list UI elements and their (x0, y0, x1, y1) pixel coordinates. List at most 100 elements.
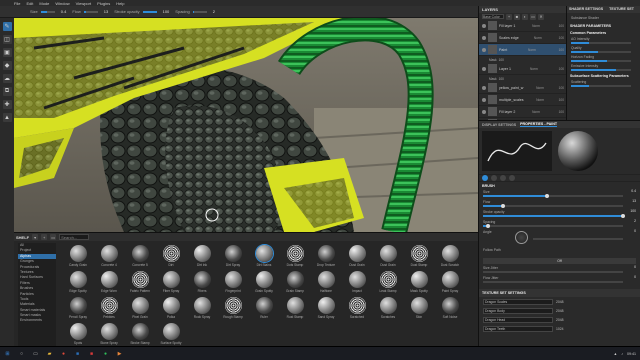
shelf-brush-item[interactable]: Candy Grain (64, 245, 92, 270)
projection-icon[interactable]: ▣ (2, 48, 12, 57)
eye-icon[interactable] (482, 109, 486, 114)
tab-properties-paint[interactable]: PROPERTIES - PAINT (520, 122, 558, 127)
tab-shader-settings[interactable]: SHADER SETTINGS (567, 6, 605, 13)
eye-icon[interactable] (482, 97, 486, 102)
shelf-brush-item[interactable]: Grain Stamp (281, 271, 309, 296)
filter-icon[interactable]: ▾ (32, 234, 39, 240)
spacing-slider[interactable] (192, 10, 207, 13)
polygon-fill-icon[interactable]: ▲ (2, 113, 12, 122)
task-view-icon[interactable]: ▭ (31, 349, 40, 358)
eye-icon[interactable] (482, 23, 486, 28)
network-icon[interactable]: ▲ (614, 352, 618, 356)
shader-section-title[interactable]: Common Parameters (567, 29, 640, 36)
shelf-brush-item[interactable]: Dirt Stains (250, 245, 278, 270)
shelf-brush-item[interactable]: Pencil Spray (64, 297, 92, 322)
menu-item-viewport[interactable]: Viewport (76, 1, 92, 6)
shelf-category-environments[interactable]: Environments (18, 318, 56, 323)
eye-icon[interactable] (482, 35, 486, 40)
layer-row[interactable]: Fill layer 2 Norm 100 (479, 106, 566, 118)
windows-start-icon[interactable]: ⊞ (3, 349, 12, 358)
layer-row[interactable]: Scales edge Norm 100 (479, 32, 566, 44)
texture-set-row[interactable]: Dragon Scales 2048 (479, 297, 640, 306)
slider-knob[interactable] (621, 214, 625, 218)
layer-opacity[interactable]: 100 (559, 98, 564, 102)
field-slider[interactable] (483, 215, 623, 217)
shelf-brush-item[interactable]: Edge Worn (95, 271, 123, 296)
shelf-brush-item[interactable]: Sand Spray (312, 297, 340, 322)
layer-row[interactable]: multiple_scales Norm 100 (479, 94, 566, 106)
layer-blend-mode[interactable]: Norm (532, 110, 540, 114)
shelf-brush-item[interactable]: Concrete 5 (126, 245, 154, 270)
field-value[interactable]: 13 (632, 199, 636, 203)
add-fill-icon[interactable]: ■ (514, 13, 520, 20)
volume-icon[interactable]: ♪ (621, 352, 623, 356)
add-icon[interactable]: + (41, 234, 48, 240)
shelf-brush-item[interactable]: Dust Scratch (436, 245, 464, 270)
slider-knob[interactable] (500, 204, 505, 208)
layer-blend-mode[interactable]: Norm (532, 24, 540, 28)
layer-blend-mode[interactable]: Norm (534, 36, 542, 40)
shader-param-slider[interactable] (571, 60, 631, 62)
texture-set-name[interactable]: Dragon Scales (483, 298, 553, 305)
layer-opacity[interactable]: 100 (559, 48, 564, 52)
tab-texture-set[interactable]: TEXTURE SET (607, 6, 636, 13)
size-jitter-value[interactable]: 0 (634, 265, 636, 269)
stroke-opacity-slider[interactable] (142, 10, 157, 13)
dragon-render[interactable] (14, 18, 478, 232)
eye-icon[interactable] (482, 47, 486, 52)
follow-path-toggle[interactable]: Off (483, 258, 636, 264)
layer-blend-mode[interactable]: Norm (528, 48, 536, 52)
flow-slider[interactable] (83, 10, 98, 13)
shelf-brush-item[interactable]: Pebbles (95, 297, 123, 322)
field-value[interactable]: 0.4 (631, 189, 636, 193)
substance-painter-icon[interactable]: ■ (87, 349, 96, 358)
shader-name[interactable]: Substance Shader (567, 13, 640, 22)
blend-channel-dropdown[interactable]: Base Color (482, 14, 504, 19)
size-value[interactable]: 0.4 (61, 9, 67, 14)
texture-set-row[interactable]: Dragon Teeth 1024 (479, 324, 640, 333)
shelf-brush-item[interactable]: Rock Spray (188, 297, 216, 322)
material-icon[interactable] (509, 175, 515, 181)
stroke-opacity-value[interactable]: 100 (163, 9, 170, 14)
shelf-brush-item[interactable]: Skin (405, 297, 433, 322)
tab-display-settings[interactable]: DISPLAY SETTINGS (482, 123, 516, 127)
shelf-brush-item[interactable]: Edge Spotty (64, 271, 92, 296)
layer-opacity[interactable]: 100 (559, 36, 564, 40)
shelf-brush-item[interactable]: Fibers (188, 271, 216, 296)
color-picker-icon[interactable]: ✚ (2, 100, 12, 109)
shelf-brush-item[interactable]: Concrete 4 (95, 245, 123, 270)
geometry-mask-icon[interactable]: ◆ (2, 61, 12, 70)
layer-opacity[interactable]: 100 (559, 86, 564, 90)
shelf-brush-item[interactable]: Dust Stamp (405, 245, 433, 270)
shelf-brush-item[interactable]: Drop Texture (312, 245, 340, 270)
texture-set-name[interactable]: Dragon Teeth (483, 325, 553, 332)
menu-item-plugins[interactable]: Plugins (97, 1, 110, 6)
shelf-brush-item[interactable]: Spots (64, 323, 92, 348)
shelf-brush-item[interactable]: Mask Spotty (405, 271, 433, 296)
mask-value[interactable]: 100 (499, 58, 504, 62)
layer-row[interactable]: yellow_paint_w Norm 100 (479, 82, 566, 94)
texture-set-resolution[interactable]: 2048 (556, 309, 564, 313)
layer-blend-mode[interactable]: Norm (536, 86, 544, 90)
field-value[interactable]: 100 (630, 209, 636, 213)
spotify-icon[interactable]: ● (101, 349, 110, 358)
eye-icon[interactable] (482, 66, 486, 71)
shader-section-title[interactable]: Subsurface Scattering Parameters (567, 72, 640, 79)
shader-param-slider[interactable] (571, 69, 631, 71)
shelf-brush-item[interactable]: Soft Noise (436, 297, 464, 322)
slider-knob[interactable] (545, 194, 550, 198)
add-mask-icon[interactable]: ◐ (522, 13, 528, 20)
shelf-brush-item[interactable]: Fabric Pattern (126, 271, 154, 296)
shader-param-slider[interactable] (571, 85, 631, 87)
flow-jitter-value[interactable]: 0 (634, 275, 636, 279)
angle-value[interactable]: 0 (634, 229, 636, 233)
shelf-brush-item[interactable]: Halftone (312, 271, 340, 296)
shelf-brush-item[interactable]: Dirt (157, 245, 185, 270)
mask-row[interactable]: Mask 100 (479, 56, 566, 63)
layer-row[interactable]: Paint Norm 100 (479, 44, 566, 56)
shelf-brush-item[interactable]: Impact (343, 271, 371, 296)
chrome-icon[interactable]: ● (59, 349, 68, 358)
shelf-brush-item[interactable]: Scratched (343, 297, 371, 322)
shelf-brush-item[interactable]: Leak Stamp (374, 271, 402, 296)
layer-blend-mode[interactable]: Norm (530, 67, 538, 71)
